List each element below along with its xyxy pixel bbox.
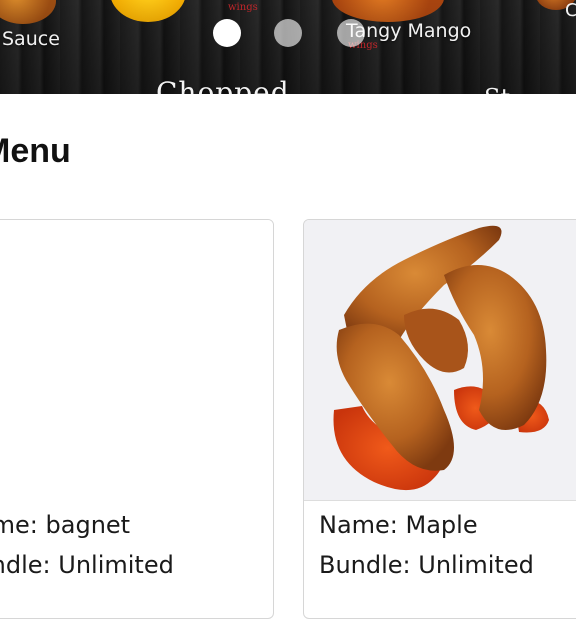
menu-item-bundle: Bundle: Unlimited [0, 551, 174, 579]
menu-item-name: Name: Maple [319, 511, 478, 539]
menu-item-details: Name: bagnet Bundle: Unlimited [0, 505, 273, 585]
menu-item-card[interactable]: Name: Maple Bundle: Unlimited [303, 219, 576, 619]
menu-heading: Menu [0, 132, 71, 170]
chicken-wings-photo [333, 225, 549, 491]
banner-edge-label: C [565, 0, 576, 21]
carousel-dot-3[interactable] [337, 19, 365, 47]
banner-right-label: St [484, 84, 510, 94]
menu-item-details: Name: Maple Bundle: Unlimited [304, 505, 576, 585]
banner-wings-label: wings [228, 2, 258, 13]
menu-item-bundle: Bundle: Unlimited [319, 551, 534, 579]
banner-sauce-label: Sauce [2, 28, 60, 50]
hero-carousel[interactable]: wings wings Sauce Tangy Mango Chopped St… [0, 0, 576, 94]
menu-item-image [304, 220, 576, 501]
menu-item-card[interactable]: Name: bagnet Bundle: Unlimited [0, 219, 274, 619]
menu-item-name: Name: bagnet [0, 511, 131, 539]
carousel-dot-2[interactable] [274, 19, 302, 47]
banner-chopped-label: Chopped [156, 76, 290, 94]
menu-item-image-placeholder [0, 220, 273, 501]
carousel-dot-1[interactable] [213, 19, 241, 47]
